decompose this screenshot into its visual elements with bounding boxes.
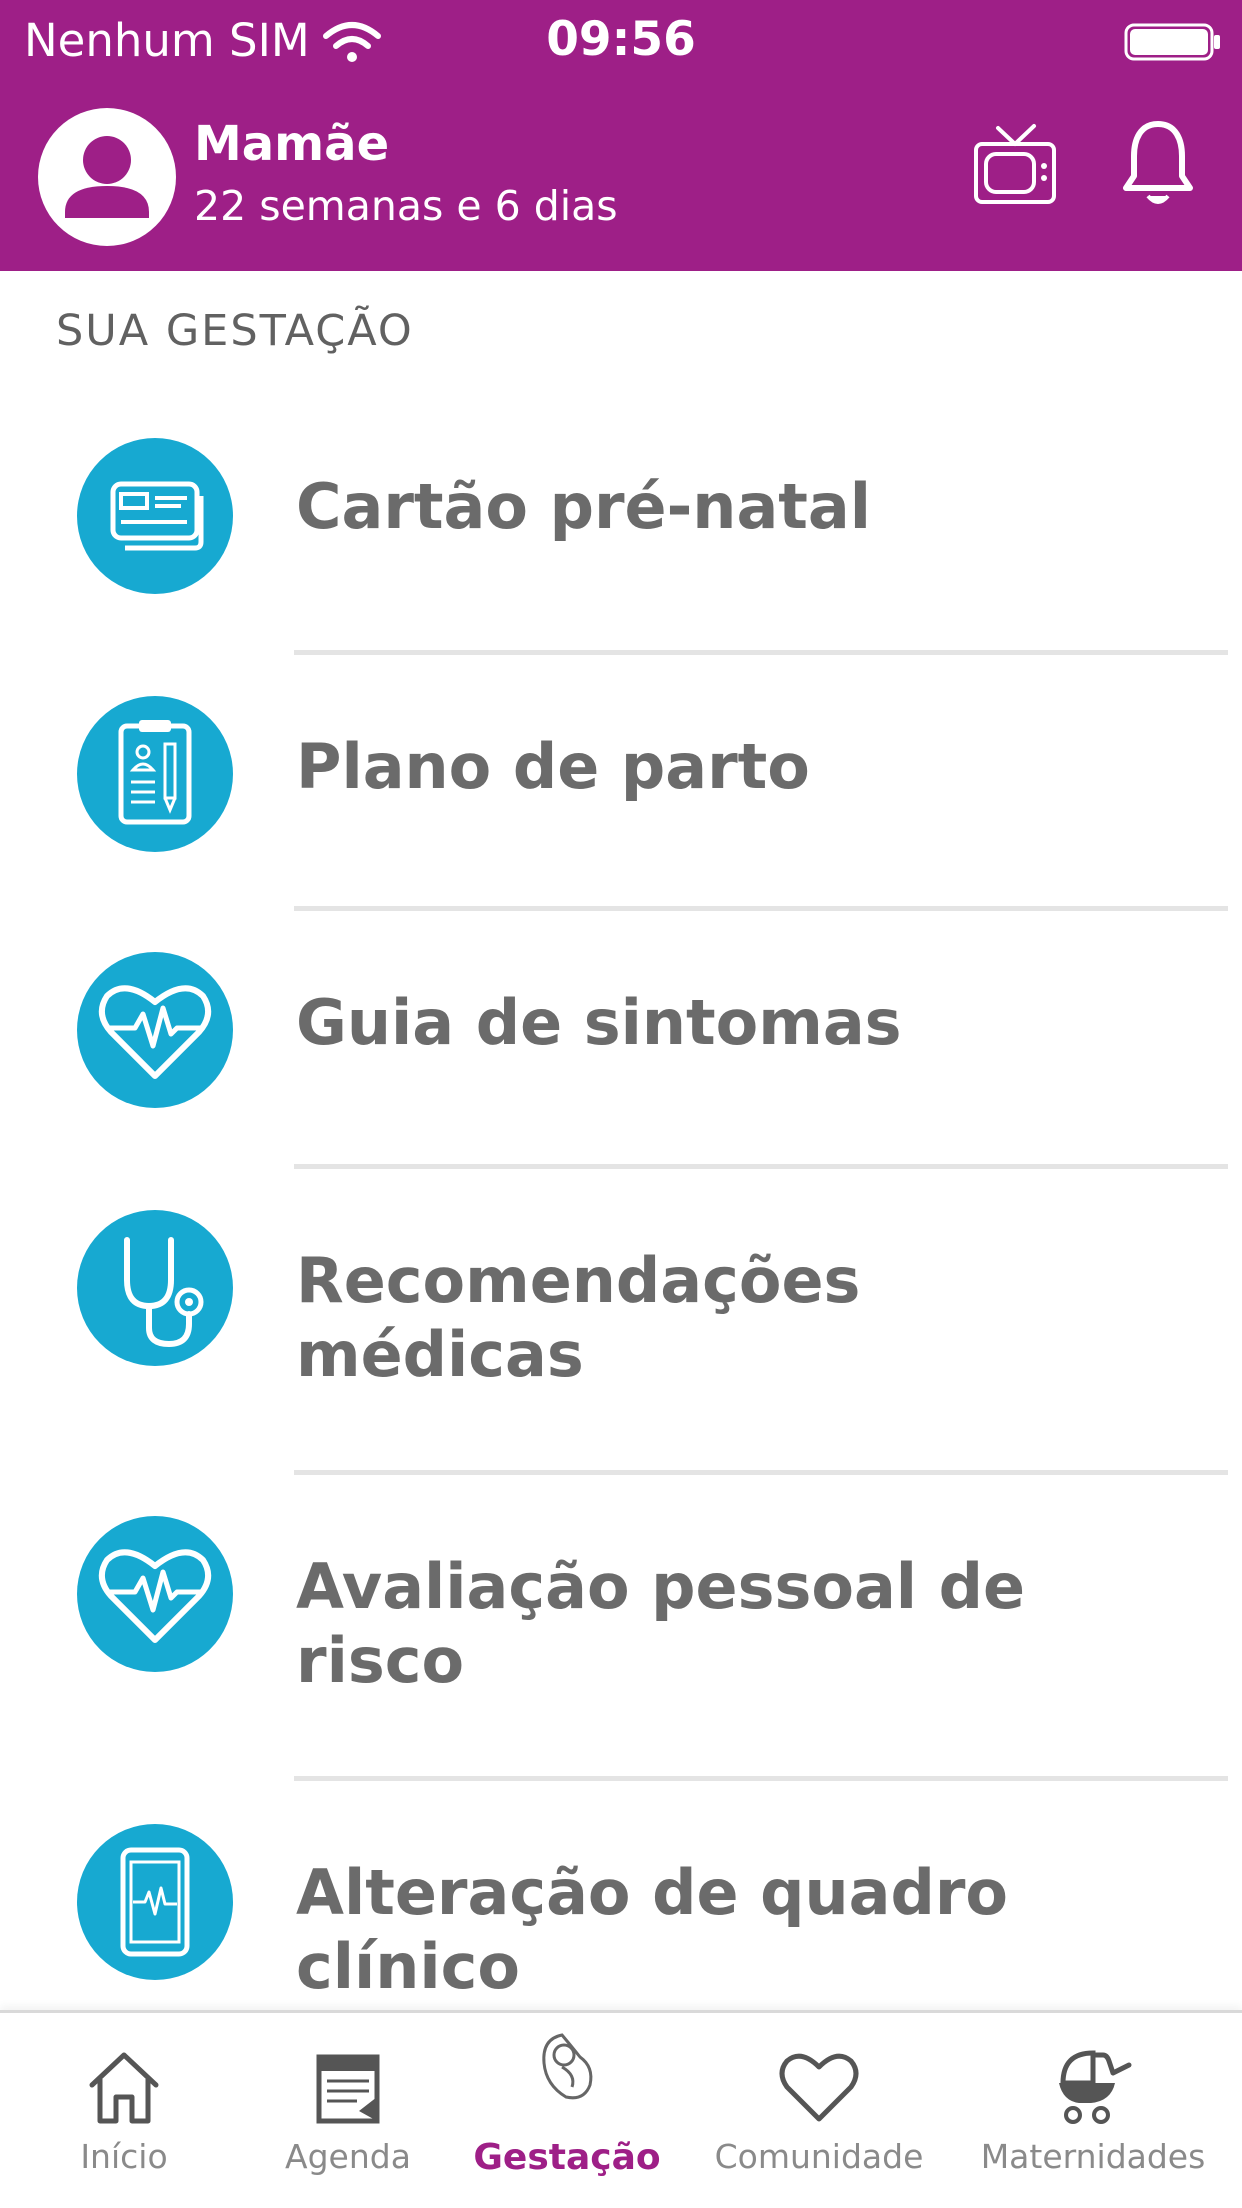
calendar-icon	[316, 2054, 380, 2124]
heart-icon	[779, 2053, 859, 2122]
tab-maternidades[interactable]: Maternidades	[962, 2013, 1224, 2208]
menu-item-label: Cartão pré-natal	[296, 470, 872, 543]
heart-pulse-icon	[77, 1516, 233, 1672]
clipboard-icon	[77, 696, 233, 852]
divider	[294, 1164, 1228, 1169]
menu-item-medical-recommendations[interactable]: Recomendações médicas	[0, 1204, 1242, 1464]
status-time: 09:56	[546, 12, 696, 67]
home-icon	[89, 2052, 159, 2124]
divider	[294, 1776, 1228, 1781]
tab-label: Agenda	[285, 2137, 411, 2176]
avatar[interactable]	[38, 108, 176, 246]
tab-label: Comunidade	[714, 2137, 924, 2176]
divider	[294, 650, 1228, 655]
menu-item-label: Avaliação pessoal de risco	[296, 1550, 1026, 1697]
menu-item-symptoms-guide[interactable]: Guia de sintomas	[0, 946, 1242, 1166]
tv-icon[interactable]	[972, 122, 1058, 208]
menu-item-prenatal-card[interactable]: Cartão pré-natal	[0, 430, 1242, 650]
heart-pulse-icon	[77, 952, 233, 1108]
divider	[294, 906, 1228, 911]
status-bar: Nenhum SIM 09:56	[0, 0, 1242, 80]
bottom-tab-bar: Início Agenda Gestação Comunidade Matern…	[0, 2010, 1242, 2208]
menu-item-clinical-change[interactable]: Alteração de quadro clínico	[0, 1816, 1242, 2010]
menu-item-label: Alteração de quadro clínico	[296, 1856, 1009, 2003]
tab-agenda[interactable]: Agenda	[224, 2013, 472, 2208]
divider	[294, 1470, 1228, 1475]
tab-label: Gestação	[473, 2137, 661, 2178]
stroller-icon	[1059, 2050, 1132, 2124]
tab-label: Maternidades	[980, 2137, 1206, 2176]
menu-item-risk-assessment[interactable]: Avaliação pessoal de risco	[0, 1510, 1242, 1770]
profile-name: Mamãe	[194, 116, 390, 172]
stethoscope-icon	[77, 1210, 233, 1366]
card-icon	[77, 438, 233, 594]
bell-icon[interactable]	[1118, 118, 1198, 210]
user-icon	[65, 136, 149, 218]
baby-icon	[542, 2033, 593, 2100]
menu-item-label: Recomendações médicas	[296, 1244, 861, 1391]
menu-item-label: Guia de sintomas	[296, 986, 902, 1059]
tab-inicio[interactable]: Início	[0, 2013, 248, 2208]
app-header: Nenhum SIM 09:56 Mamãe 22 semanas e 6 di…	[0, 0, 1242, 271]
tab-gestacao[interactable]: Gestação	[442, 2013, 692, 2208]
section-title: SUA GESTAÇÃO	[56, 306, 414, 356]
menu-item-birth-plan[interactable]: Plano de parto	[0, 690, 1242, 910]
tab-comunidade[interactable]: Comunidade	[694, 2013, 944, 2208]
menu-item-label: Plano de parto	[296, 730, 810, 803]
tab-label: Início	[80, 2137, 168, 2176]
battery-icon	[1124, 23, 1220, 61]
tablet-pulse-icon	[77, 1824, 233, 1980]
pregnancy-duration: 22 semanas e 6 dias	[194, 182, 618, 230]
